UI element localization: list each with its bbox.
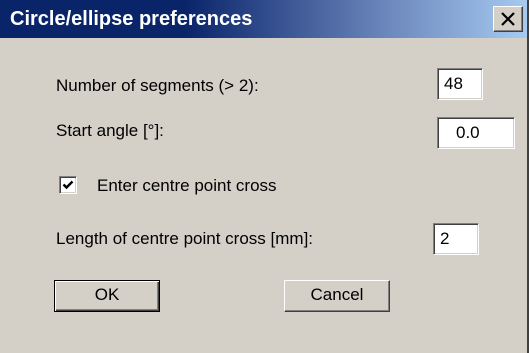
cross-length-label: Length of centre point cross [mm]:: [56, 229, 314, 248]
checkmark-icon: [62, 180, 74, 190]
preferences-dialog: Circle/ellipse preferences Number of seg…: [0, 0, 529, 353]
cross-length-input[interactable]: [433, 223, 479, 255]
close-button[interactable]: [493, 6, 523, 32]
dialog-title: Circle/ellipse preferences: [10, 8, 253, 30]
cancel-button[interactable]: Cancel: [284, 280, 390, 312]
segments-label: Number of segments (> 2):: [56, 76, 259, 95]
start-angle-input[interactable]: [437, 117, 515, 149]
centre-point-cross-checkbox[interactable]: [59, 176, 77, 194]
title-bar[interactable]: Circle/ellipse preferences: [0, 0, 527, 38]
centre-point-cross-label: Enter centre point cross: [97, 176, 277, 195]
start-angle-label: Start angle [°]:: [56, 121, 164, 140]
segments-input[interactable]: [437, 68, 483, 100]
ok-button[interactable]: OK: [54, 280, 160, 312]
close-x-icon: [501, 12, 515, 26]
